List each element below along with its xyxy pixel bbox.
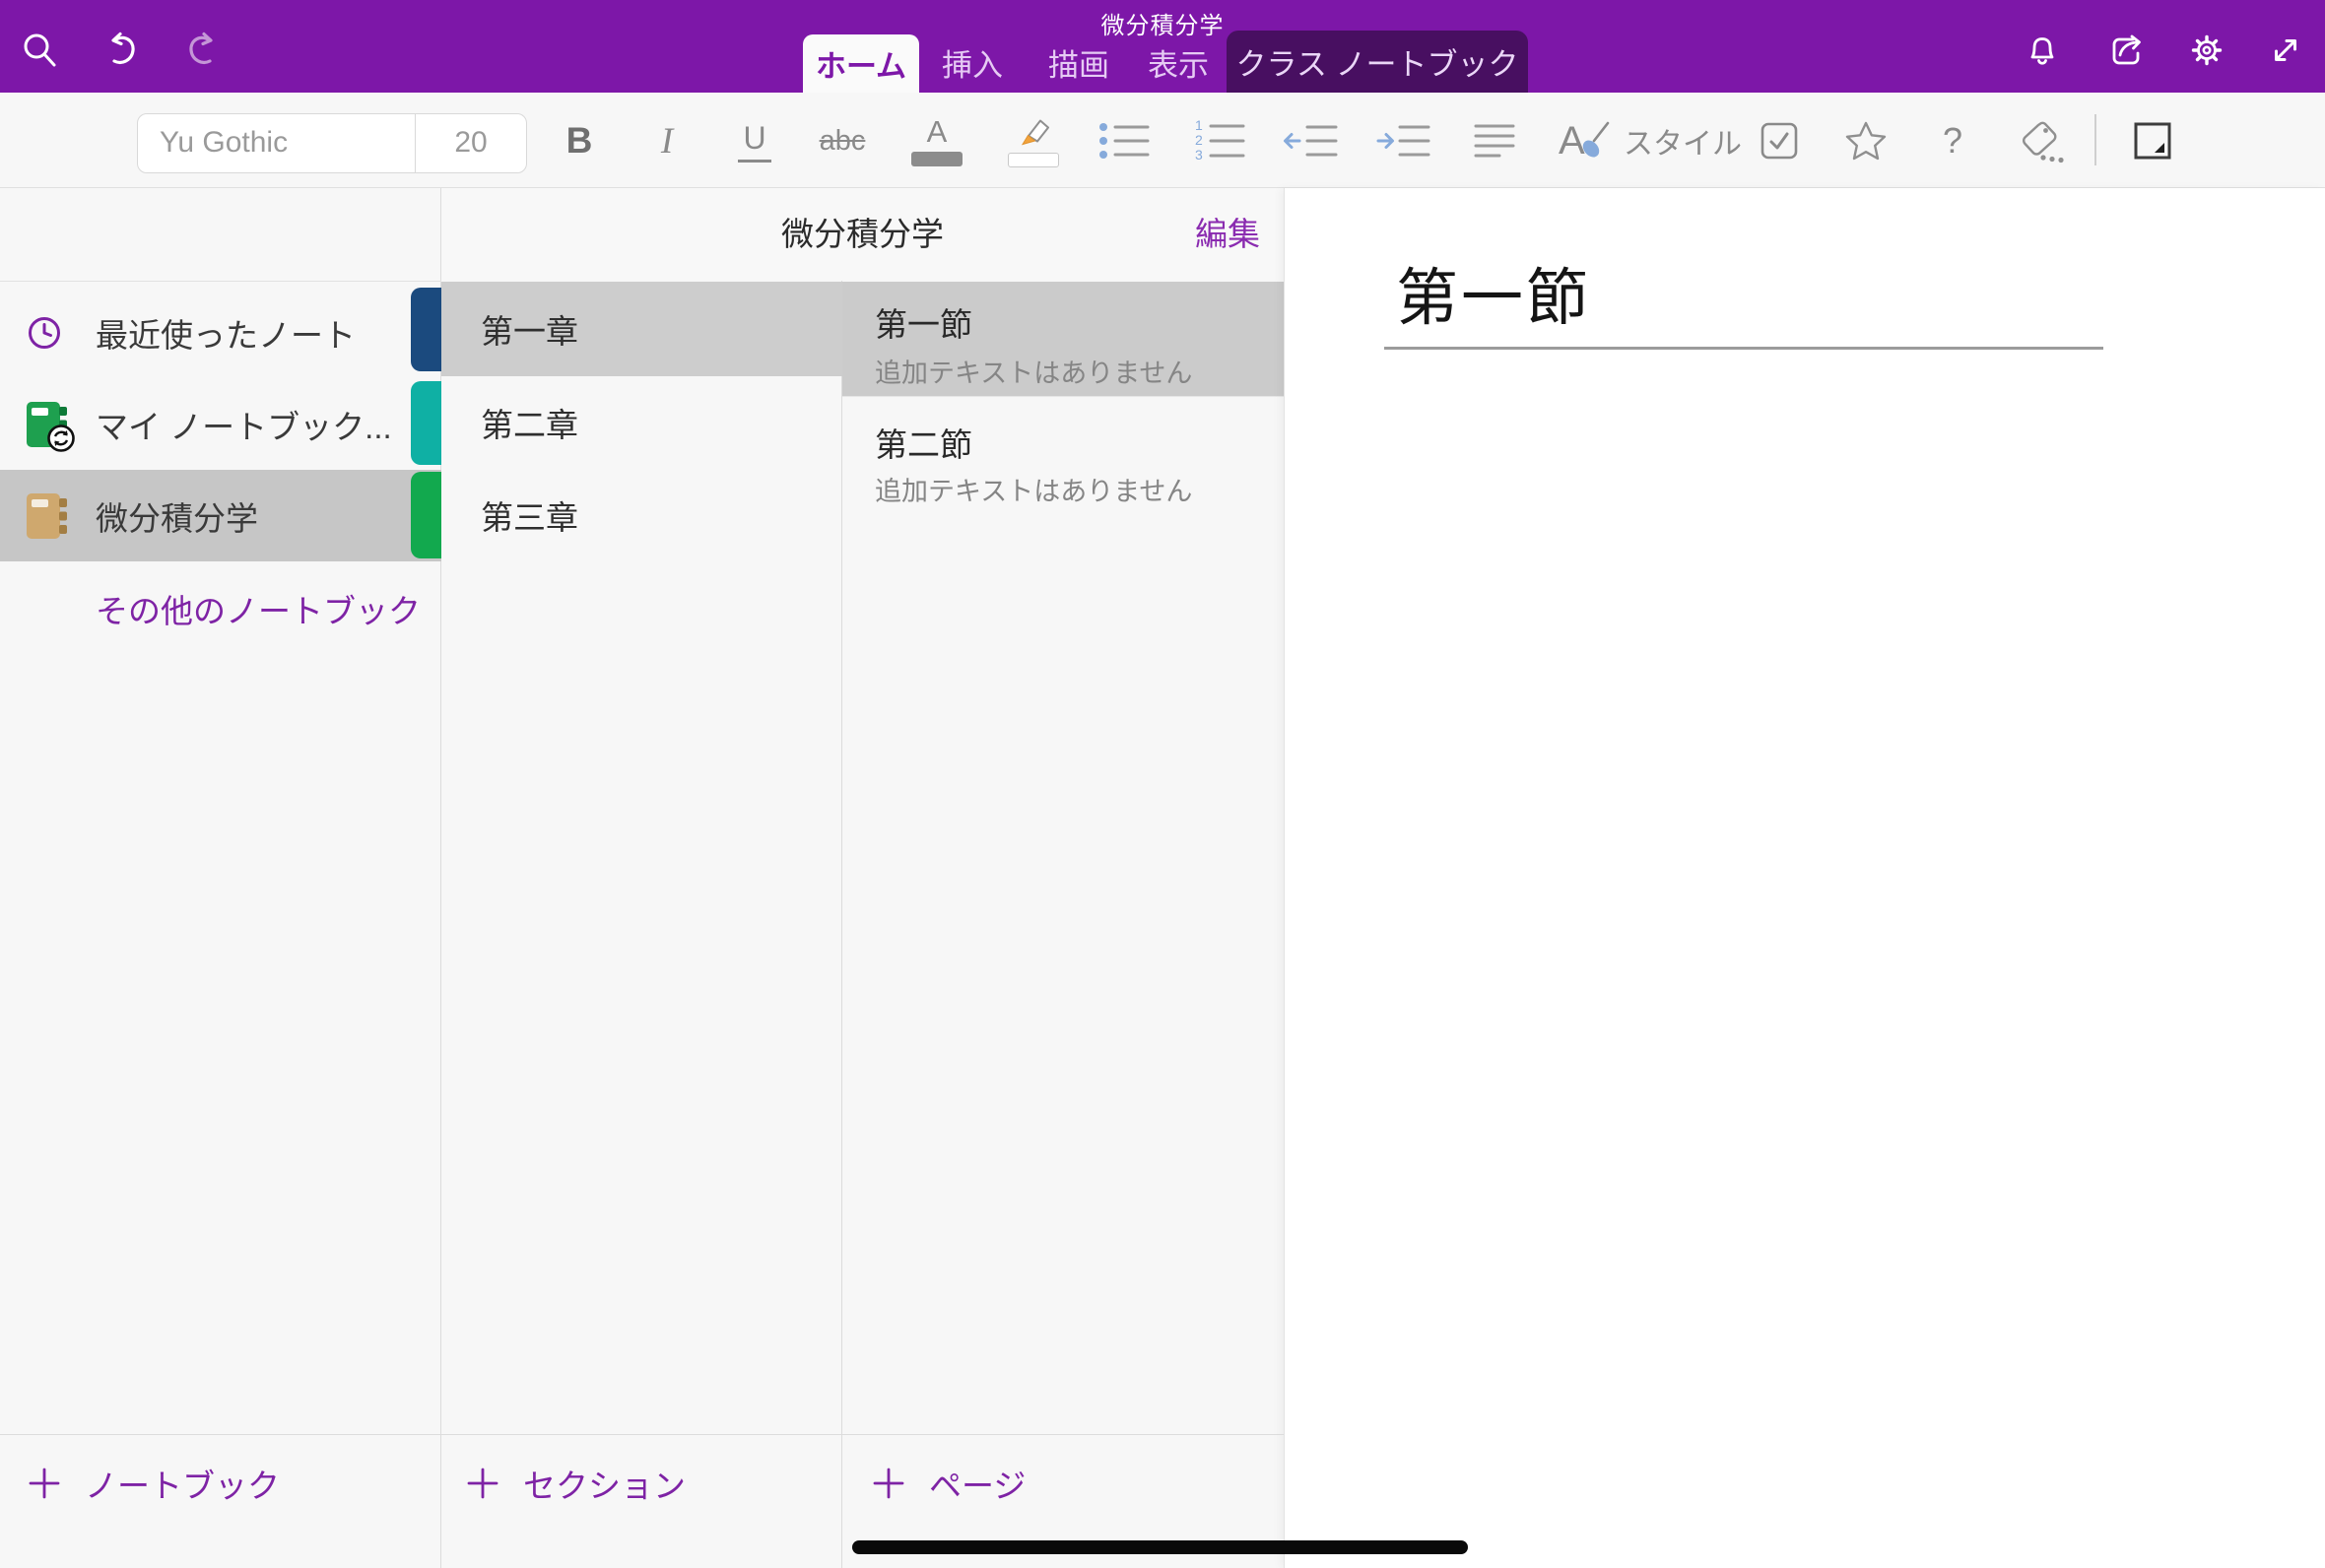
notifications-bell-icon[interactable] bbox=[2020, 28, 2065, 73]
page-row-section-1[interactable]: 第一節 追加テキストはありません bbox=[842, 282, 1284, 396]
tab-draw[interactable]: 描画 bbox=[1034, 46, 1123, 86]
page-panel-icon bbox=[2130, 118, 2175, 163]
section-row-chapter-1[interactable]: 第一章 bbox=[441, 282, 842, 376]
strikethrough-button[interactable]: abc bbox=[813, 106, 872, 175]
plus-icon bbox=[466, 1467, 499, 1500]
styles-label: スタイル bbox=[1624, 119, 1742, 163]
section-row-chapter-2[interactable]: 第二章 bbox=[441, 376, 842, 469]
document-title: 微分積分学 bbox=[0, 6, 2325, 40]
font-size-value[interactable]: 20 bbox=[416, 114, 526, 172]
font-color-button[interactable]: A bbox=[907, 106, 966, 175]
notebooks-sidebar: 最近使ったノート マイ ノートブック... 微分積分学 そ bbox=[0, 188, 441, 1568]
notebook-list-header: 微分積分学 編集 bbox=[441, 188, 1284, 281]
footer-separator bbox=[0, 1434, 1284, 1435]
numbered-list-icon: 123 bbox=[1193, 118, 1246, 163]
help-button[interactable]: ? bbox=[1923, 106, 1982, 175]
tab-class-notebook[interactable]: クラス ノートブック bbox=[1227, 31, 1528, 93]
star-icon bbox=[1843, 119, 1889, 163]
home-indicator-bar[interactable] bbox=[852, 1540, 1468, 1554]
font-name-value[interactable]: Yu Gothic bbox=[138, 114, 415, 172]
add-notebook-button[interactable]: ノートブック bbox=[28, 1440, 280, 1527]
font-color-swatch bbox=[911, 152, 963, 166]
svg-text:2: 2 bbox=[1195, 132, 1203, 148]
clock-icon bbox=[26, 314, 63, 352]
svg-text:1: 1 bbox=[1195, 118, 1203, 133]
sidebar-item-recent-notes[interactable]: 最近使ったノート bbox=[0, 286, 441, 379]
svg-text:3: 3 bbox=[1195, 147, 1203, 163]
outdent-icon bbox=[1282, 119, 1339, 163]
tag-icon bbox=[2018, 118, 2067, 163]
bold-button[interactable]: B bbox=[550, 106, 609, 175]
svg-text:A: A bbox=[1559, 119, 1585, 163]
page-editor-canvas[interactable] bbox=[1284, 188, 2325, 1568]
page-panel-toggle-button[interactable] bbox=[2123, 106, 2182, 175]
highlight-color-swatch bbox=[1008, 153, 1059, 167]
sync-badge-icon bbox=[45, 423, 77, 454]
formatting-toolbar: Yu Gothic 20 B I U abc A 123 bbox=[0, 93, 2325, 188]
outdent-button[interactable] bbox=[1281, 106, 1340, 175]
sidebar-item-my-notebooks[interactable]: マイ ノートブック... bbox=[0, 379, 441, 470]
star-tag-button[interactable] bbox=[1836, 106, 1895, 175]
share-icon[interactable] bbox=[2105, 28, 2151, 73]
bullet-list-icon bbox=[1097, 119, 1151, 163]
italic-button[interactable]: I bbox=[637, 106, 697, 175]
sidebar-item-calculus-notebook[interactable]: 微分積分学 bbox=[0, 470, 441, 561]
editor-page-title[interactable]: 第一節 bbox=[1396, 248, 1591, 338]
edit-button[interactable]: 編集 bbox=[1195, 188, 1260, 281]
toolbar-divider bbox=[2094, 114, 2096, 165]
sections-column: 第一章 第二章 第三章 bbox=[441, 281, 842, 1568]
page-row-section-2[interactable]: 第二節 追加テキストはありません bbox=[842, 397, 1284, 513]
underline-button[interactable]: U bbox=[725, 106, 784, 175]
notebook-color-tab-teal bbox=[411, 381, 441, 465]
styles-button[interactable]: A スタイル bbox=[1559, 106, 1742, 175]
tab-home[interactable]: ホーム bbox=[803, 34, 919, 93]
font-picker[interactable]: Yu Gothic 20 bbox=[137, 113, 527, 173]
notebook-color-tab-blue bbox=[411, 288, 441, 371]
fullscreen-expand-icon[interactable] bbox=[2263, 28, 2308, 73]
tab-insert[interactable]: 挿入 bbox=[928, 46, 1017, 86]
pages-column: 第一節 追加テキストはありません 第二節 追加テキストはありません bbox=[842, 281, 1284, 1568]
list-header-title: 微分積分学 bbox=[441, 188, 1284, 281]
add-section-button[interactable]: セクション bbox=[466, 1440, 686, 1527]
todo-checkbox-icon bbox=[1759, 120, 1800, 162]
indent-icon bbox=[1374, 119, 1431, 163]
indent-button[interactable] bbox=[1373, 106, 1432, 175]
section-row-chapter-3[interactable]: 第三章 bbox=[441, 469, 842, 561]
plus-icon bbox=[28, 1467, 61, 1500]
bullet-list-button[interactable] bbox=[1095, 106, 1154, 175]
notebook-icon-tan bbox=[26, 492, 69, 540]
numbered-list-button[interactable]: 123 bbox=[1190, 106, 1249, 175]
todo-checkbox-button[interactable] bbox=[1750, 106, 1809, 175]
top-app-bar: 微分積分学 ホーム 挿入 描画 表示 クラス ノートブック bbox=[0, 0, 2325, 93]
page-title-underline bbox=[1384, 347, 2103, 350]
settings-gear-icon[interactable] bbox=[2184, 28, 2229, 73]
highlighter-button[interactable] bbox=[1004, 106, 1063, 175]
alignment-button[interactable] bbox=[1465, 106, 1524, 175]
more-notebooks-link[interactable]: その他のノートブック bbox=[96, 561, 421, 655]
tab-view[interactable]: 表示 bbox=[1134, 46, 1223, 86]
alignment-icon bbox=[1474, 122, 1515, 160]
add-page-button[interactable]: ページ bbox=[872, 1440, 1026, 1527]
plus-icon bbox=[872, 1467, 905, 1500]
notebook-color-tab-green bbox=[411, 472, 441, 558]
tag-button[interactable] bbox=[2013, 106, 2072, 175]
style-brush-icon: A bbox=[1559, 118, 1612, 163]
highlighter-icon bbox=[1014, 115, 1053, 149]
